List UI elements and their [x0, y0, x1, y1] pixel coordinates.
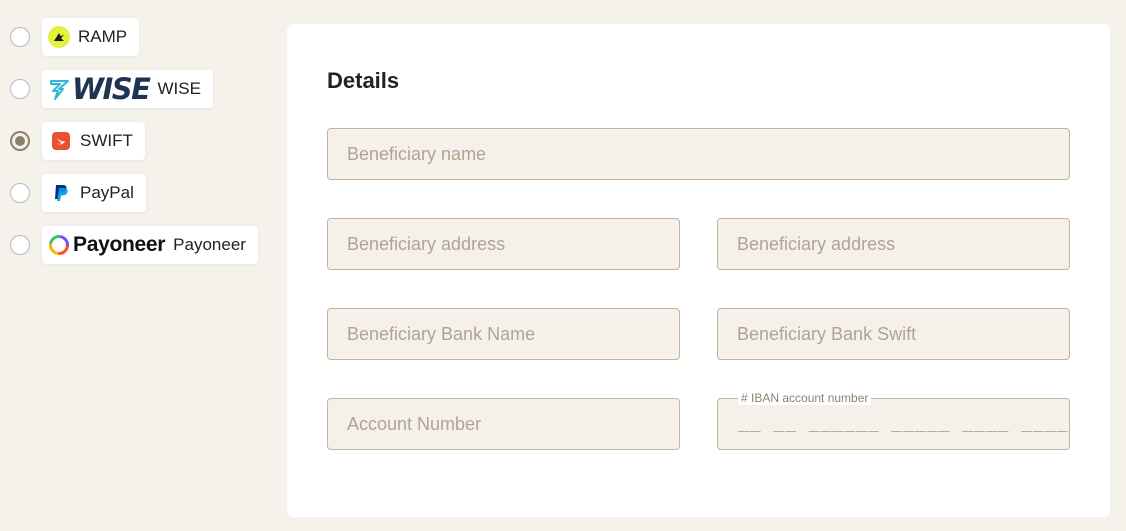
payment-option-card-paypal[interactable]: PayPal: [42, 174, 146, 212]
beneficiary-address-field-2[interactable]: [717, 218, 1070, 270]
bank-name-field[interactable]: [327, 308, 680, 360]
account-number-field[interactable]: [327, 398, 680, 450]
payment-option-card-payoneer[interactable]: Payoneer Payoneer: [42, 226, 258, 264]
account-number-input[interactable]: [328, 399, 679, 449]
iban-field[interactable]: # IBAN account number __ __ ______ _____…: [717, 391, 1070, 450]
ramp-logo-icon: [48, 26, 70, 48]
payoneer-logo-icon: Payoneer: [48, 233, 165, 257]
details-title: Details: [327, 68, 400, 93]
payment-option-label: WISE: [157, 79, 201, 98]
beneficiary-name-input[interactable]: [328, 129, 1069, 179]
paypal-logo-icon: [55, 185, 68, 201]
wise-logo-icon: WISE: [48, 71, 151, 106]
radio-wise[interactable]: [10, 79, 30, 99]
radio-swift[interactable]: [10, 131, 30, 151]
beneficiary-address-input-1[interactable]: [328, 219, 679, 269]
beneficiary-address-input-2[interactable]: [718, 219, 1069, 269]
radio-paypal[interactable]: [10, 183, 30, 203]
payment-option-label: SWIFT: [80, 131, 133, 150]
payment-option-label: PayPal: [80, 183, 134, 202]
beneficiary-address-field-1[interactable]: [327, 218, 680, 270]
beneficiary-name-field[interactable]: [327, 128, 1070, 180]
bank-name-input[interactable]: [328, 309, 679, 359]
payment-option-card-wise[interactable]: WISE WISE: [42, 70, 213, 108]
radio-payoneer[interactable]: [10, 235, 30, 255]
radio-ramp[interactable]: [10, 27, 30, 47]
details-panel: Details # IBAN account number __ __ ____…: [287, 24, 1110, 517]
payment-option-label: Payoneer: [173, 235, 246, 254]
payment-option-card-swift[interactable]: SWIFT: [42, 122, 145, 160]
payoneer-logo-wordmark: Payoneer: [73, 233, 166, 256]
payment-option-card-ramp[interactable]: RAMP: [42, 18, 140, 56]
bank-swift-input[interactable]: [718, 309, 1069, 359]
payment-option-label: RAMP: [78, 27, 128, 46]
wise-logo-wordmark: WISE: [72, 71, 151, 106]
swift-logo-icon: [52, 132, 70, 150]
bank-swift-field[interactable]: [717, 308, 1070, 360]
